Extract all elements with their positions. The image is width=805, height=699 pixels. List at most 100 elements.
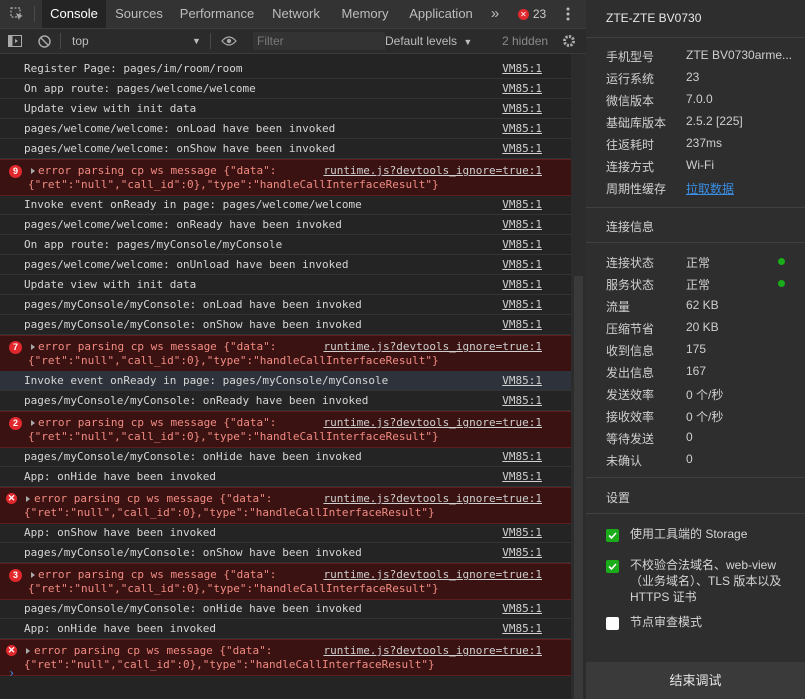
console-error-row[interactable]: ✕ error parsing cp ws message {"data": {"r… — [0, 487, 571, 524]
console-message: pages/myConsole/myConsole: onHide have b… — [24, 450, 362, 463]
console-log-row[interactable]: pages/myConsole/myConsole: onShow have b… — [0, 315, 571, 335]
tab-performance[interactable]: Performance — [176, 0, 258, 28]
console-log-row[interactable]: Register Page: pages/im/room/room VM85:1 — [0, 59, 571, 79]
source-link[interactable]: VM85:1 — [502, 374, 542, 387]
console-log-row[interactable]: pages/welcome/welcome: onLoad have been … — [0, 119, 571, 139]
end-debug-button[interactable]: 结束调试 — [586, 662, 805, 699]
console-message-continued: {"ret":"null","call_id":0},"type":"handl… — [24, 506, 435, 519]
kebab-menu-icon[interactable] — [560, 0, 576, 28]
source-link[interactable]: runtime.js?devtools_ignore=true:1 — [323, 340, 542, 353]
conn-value: 0 个/秒 — [686, 410, 724, 424]
more-tabs-button[interactable]: » — [486, 0, 504, 28]
console-message: pages/myConsole/myConsole: onHide have b… — [24, 602, 362, 615]
source-link[interactable]: VM85:1 — [502, 470, 542, 483]
source-link[interactable]: runtime.js?devtools_ignore=true:1 — [323, 416, 542, 429]
console-log-row[interactable]: App: onHide have been invoked VM85:1 — [0, 467, 571, 487]
expand-triangle-icon[interactable] — [31, 572, 35, 578]
tab-network[interactable]: Network — [266, 0, 326, 28]
expand-triangle-icon[interactable] — [26, 648, 30, 654]
source-link[interactable]: runtime.js?devtools_ignore=true:1 — [323, 644, 542, 657]
source-link[interactable]: VM85:1 — [502, 62, 542, 75]
inspect-element-icon[interactable] — [6, 0, 28, 28]
console-message: pages/myConsole/myConsole: onReady have … — [24, 394, 369, 407]
expand-triangle-icon[interactable] — [26, 496, 30, 502]
tab-sources[interactable]: Sources — [110, 0, 168, 28]
info-value: Wi-Fi — [686, 158, 714, 172]
console-log-row[interactable]: On app route: pages/myConsole/myConsole V… — [0, 235, 571, 255]
console-log-row[interactable]: pages/myConsole/myConsole: onShow have b… — [0, 543, 571, 563]
context-selector[interactable]: top — [72, 29, 89, 53]
console-log-row[interactable]: pages/myConsole/myConsole: onHide have b… — [0, 599, 571, 619]
source-link[interactable]: runtime.js?devtools_ignore=true:1 — [323, 568, 542, 581]
tab-memory[interactable]: Memory — [336, 0, 394, 28]
console-error-row[interactable]: 7 error parsing cp ws message {"data": {"r… — [0, 335, 571, 372]
error-counter[interactable]: ✕ 23 — [516, 0, 548, 28]
source-link[interactable]: runtime.js?devtools_ignore=true:1 — [323, 492, 542, 505]
source-link[interactable]: VM85:1 — [502, 526, 542, 539]
clear-console-icon[interactable] — [34, 29, 54, 53]
console-log-row[interactable]: Invoke event onReady in page: pages/myCo… — [0, 371, 571, 391]
conn-value: 正常 — [686, 278, 711, 292]
settings-checkbox[interactable] — [606, 529, 619, 542]
console-message: App: onHide have been invoked — [24, 470, 217, 483]
error-icon: ✕ — [6, 493, 17, 504]
source-link[interactable]: VM85:1 — [502, 218, 542, 231]
source-link[interactable]: VM85:1 — [502, 258, 542, 271]
eye-icon[interactable] — [218, 29, 240, 53]
console-log-row[interactable]: pages/myConsole/myConsole: onLoad have b… — [0, 295, 571, 315]
console-scrollbar[interactable] — [571, 54, 586, 699]
settings-checkbox[interactable] — [606, 617, 619, 630]
console-error-row[interactable]: 3 error parsing cp ws message {"data": {"r… — [0, 563, 571, 600]
console-log-row[interactable]: pages/welcome/welcome: onReady have been… — [0, 215, 571, 235]
console-log-row[interactable]: App: onHide have been invoked VM85:1 — [0, 619, 571, 639]
source-link[interactable]: VM85:1 — [502, 318, 542, 331]
settings-checkbox[interactable] — [606, 560, 619, 573]
tab-application[interactable]: Application — [404, 0, 478, 28]
source-link[interactable]: VM85:1 — [502, 82, 542, 95]
expand-triangle-icon[interactable] — [31, 344, 35, 350]
error-repeat-badge: 2 — [9, 417, 22, 430]
expand-triangle-icon[interactable] — [31, 168, 35, 174]
sidebar-toggle-icon[interactable] — [6, 29, 24, 53]
source-link[interactable]: VM85:1 — [502, 602, 542, 615]
console-prompt-icon[interactable]: › — [8, 666, 15, 680]
source-link[interactable]: VM85:1 — [502, 198, 542, 211]
tab-console[interactable]: Console — [42, 0, 106, 28]
source-link[interactable]: VM85:1 — [502, 102, 542, 115]
console-log-row[interactable]: Invoke event onReady in page: pages/welc… — [0, 195, 571, 215]
fetch-data-link[interactable]: 拉取数据 — [686, 180, 734, 197]
console-log-row[interactable]: App: onShow have been invoked VM85:1 — [0, 523, 571, 543]
source-link[interactable]: VM85:1 — [502, 122, 542, 135]
settings-label: 节点审查模式 — [630, 615, 703, 629]
filter-input[interactable] — [253, 32, 385, 50]
console-error-row[interactable]: 2 error parsing cp ws message {"data": {"r… — [0, 411, 571, 448]
log-levels-dropdown[interactable]: Default levels ▼ — [385, 29, 472, 53]
console-log-row[interactable]: pages/welcome/welcome: onShow have been … — [0, 139, 571, 159]
expand-triangle-icon[interactable] — [31, 420, 35, 426]
console-log-row[interactable]: pages/welcome/welcome: onUnload have bee… — [0, 255, 571, 275]
console-log-row[interactable]: Update view with init data VM85:1 — [0, 99, 571, 119]
conn-value: 175 — [686, 342, 707, 356]
source-link[interactable]: VM85:1 — [502, 394, 542, 407]
source-link[interactable]: VM85:1 — [502, 142, 542, 155]
console-error-row[interactable]: 9 error parsing cp ws message {"data": {"r… — [0, 159, 571, 196]
source-link[interactable]: VM85:1 — [502, 450, 542, 463]
console-message: On app route: pages/myConsole/myConsole — [24, 238, 283, 251]
console-log-row[interactable]: pages/myConsole/myConsole: onReady have … — [0, 391, 571, 411]
console-message-continued: {"ret":"null","call_id":0},"type":"handl… — [28, 430, 439, 443]
status-ok-dot — [778, 280, 785, 287]
scroll-thumb[interactable] — [574, 276, 583, 699]
console-error-row[interactable]: ✕ error parsing cp ws message {"data": {"r… — [0, 639, 571, 676]
source-link[interactable]: VM85:1 — [502, 298, 542, 311]
source-link[interactable]: VM85:1 — [502, 546, 542, 559]
console-log-row[interactable]: pages/myConsole/myConsole: onHide have b… — [0, 447, 571, 467]
source-link[interactable]: VM85:1 — [502, 238, 542, 251]
gear-icon[interactable] — [560, 29, 578, 53]
console-log-row[interactable]: On app route: pages/welcome/welcome VM85:… — [0, 79, 571, 99]
context-dropdown-icon[interactable]: ▼ — [192, 29, 201, 53]
console-log-row[interactable]: Update view with init data VM85:1 — [0, 275, 571, 295]
console-message: pages/myConsole/myConsole: onLoad have b… — [24, 298, 362, 311]
source-link[interactable]: VM85:1 — [502, 622, 542, 635]
source-link[interactable]: runtime.js?devtools_ignore=true:1 — [323, 164, 542, 177]
source-link[interactable]: VM85:1 — [502, 278, 542, 291]
